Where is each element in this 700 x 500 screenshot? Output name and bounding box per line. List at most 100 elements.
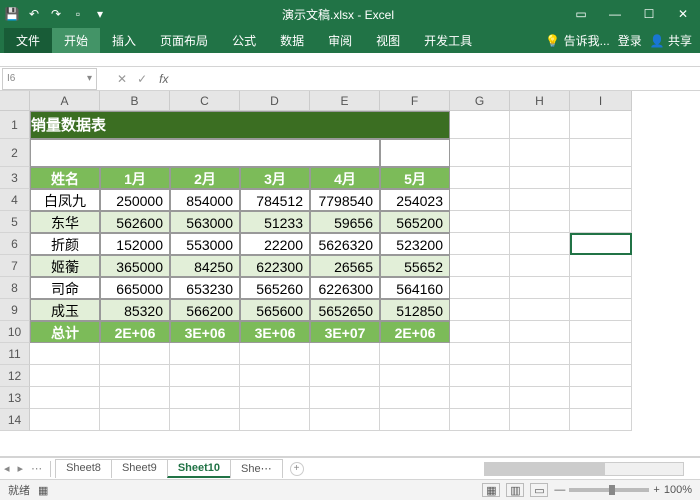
data-cell[interactable]: 51233 (240, 211, 310, 233)
cell-empty[interactable] (170, 343, 240, 365)
row-hdr-1[interactable]: 1 (0, 111, 30, 139)
col-hdr-F[interactable]: F (380, 91, 450, 111)
cell-empty[interactable] (510, 365, 570, 387)
name-cell[interactable]: 姬蘅 (30, 255, 100, 277)
sheet-tab[interactable]: She⋯ (230, 459, 283, 478)
cell-empty[interactable] (510, 277, 570, 299)
cell-empty[interactable] (30, 387, 100, 409)
cell-empty[interactable] (450, 211, 510, 233)
data-cell[interactable]: 566200 (170, 299, 240, 321)
cell-empty[interactable] (570, 111, 632, 139)
name-cell[interactable]: 东华 (30, 211, 100, 233)
cell-empty[interactable] (450, 233, 510, 255)
row-hdr-11[interactable]: 11 (0, 343, 30, 365)
data-cell[interactable]: 565260 (240, 277, 310, 299)
row-hdr-14[interactable]: 14 (0, 409, 30, 431)
cell-empty[interactable] (510, 189, 570, 211)
cell-empty[interactable] (380, 409, 450, 431)
data-cell[interactable]: 152000 (100, 233, 170, 255)
view-page-icon[interactable]: ▥ (506, 483, 524, 497)
data-cell[interactable]: 854000 (170, 189, 240, 211)
tell-me[interactable]: 💡 告诉我... (545, 32, 609, 49)
chevron-down-icon[interactable]: ▾ (87, 73, 92, 84)
zoom-in-icon[interactable]: + (653, 484, 659, 496)
data-cell[interactable]: 55652 (380, 255, 450, 277)
data-cell[interactable]: 254023 (380, 189, 450, 211)
tab-insert[interactable]: 插入 (100, 28, 148, 53)
formula-input[interactable] (176, 71, 700, 86)
data-cell[interactable]: 784512 (240, 189, 310, 211)
sheet-tab[interactable]: Sheet9 (111, 459, 168, 478)
data-cell[interactable]: 523200 (380, 233, 450, 255)
ribbon-options-icon[interactable]: ▭ (568, 4, 594, 24)
cell-empty[interactable] (510, 299, 570, 321)
tab-data[interactable]: 数据 (268, 28, 316, 53)
fx-icon[interactable]: fx (159, 72, 168, 86)
data-cell[interactable]: 665000 (100, 277, 170, 299)
login-link[interactable]: 登录 (618, 32, 642, 49)
data-cell[interactable]: 84250 (170, 255, 240, 277)
add-sheet-button[interactable]: + (290, 462, 304, 476)
cell-empty[interactable] (570, 255, 632, 277)
cell-empty[interactable] (30, 365, 100, 387)
col-hdr-C[interactable]: C (170, 91, 240, 111)
tab-dev[interactable]: 开发工具 (412, 28, 484, 53)
name-cell[interactable]: 折颜 (30, 233, 100, 255)
cell-empty[interactable] (30, 409, 100, 431)
cell-empty[interactable] (570, 321, 632, 343)
row-hdr-4[interactable]: 4 (0, 189, 30, 211)
cell-empty[interactable] (100, 387, 170, 409)
cell-empty[interactable] (570, 343, 632, 365)
col-hdr-H[interactable]: H (510, 91, 570, 111)
data-cell[interactable]: 553000 (170, 233, 240, 255)
data-cell[interactable]: 85320 (100, 299, 170, 321)
zoom-out-icon[interactable]: — (554, 484, 565, 496)
cell-empty[interactable] (450, 365, 510, 387)
row-hdr-8[interactable]: 8 (0, 277, 30, 299)
name-cell[interactable]: 成玉 (30, 299, 100, 321)
cell-empty[interactable] (170, 365, 240, 387)
cell-empty[interactable] (510, 409, 570, 431)
data-cell[interactable]: 653230 (170, 277, 240, 299)
cancel-icon[interactable]: ✕ (117, 72, 127, 86)
col-hdr-A[interactable]: A (30, 91, 100, 111)
row-hdr-12[interactable]: 12 (0, 365, 30, 387)
sheet-tab[interactable]: Sheet8 (55, 459, 112, 478)
cell-empty[interactable] (100, 365, 170, 387)
cell-empty[interactable] (450, 387, 510, 409)
name-cell[interactable]: 司命 (30, 277, 100, 299)
row-hdr-7[interactable]: 7 (0, 255, 30, 277)
col-hdr-B[interactable]: B (100, 91, 170, 111)
name-box[interactable]: I6 ▾ (2, 68, 97, 90)
col-hdr-E[interactable]: E (310, 91, 380, 111)
data-cell[interactable]: 564160 (380, 277, 450, 299)
cell-empty[interactable] (450, 321, 510, 343)
cell-empty[interactable] (450, 299, 510, 321)
row-hdr-3[interactable]: 3 (0, 167, 30, 189)
cell-empty[interactable] (570, 167, 632, 189)
data-cell[interactable]: 563000 (170, 211, 240, 233)
cell-empty[interactable] (30, 343, 100, 365)
row-hdr-2[interactable]: 2 (0, 139, 30, 167)
cell-empty[interactable] (570, 387, 632, 409)
cell-empty[interactable] (450, 409, 510, 431)
share-button[interactable]: 👤 共享 (650, 32, 692, 49)
col-hdr-D[interactable]: D (240, 91, 310, 111)
data-cell[interactable]: 562600 (100, 211, 170, 233)
enter-icon[interactable]: ✓ (137, 72, 147, 86)
cell-empty[interactable] (240, 387, 310, 409)
data-cell[interactable]: 250000 (100, 189, 170, 211)
cell-empty[interactable] (510, 139, 570, 167)
data-cell[interactable]: 365000 (100, 255, 170, 277)
blank-merged[interactable] (30, 139, 380, 167)
data-cell[interactable]: 622300 (240, 255, 310, 277)
cell-empty[interactable] (450, 111, 510, 139)
cell-empty[interactable] (380, 365, 450, 387)
cell-empty[interactable] (450, 255, 510, 277)
cell-empty[interactable] (380, 343, 450, 365)
cell-empty[interactable] (570, 233, 632, 255)
dropdown-icon[interactable]: ▾ (92, 6, 108, 22)
view-normal-icon[interactable]: ▦ (482, 483, 500, 497)
cell-empty[interactable] (450, 189, 510, 211)
data-cell[interactable]: 59656 (310, 211, 380, 233)
